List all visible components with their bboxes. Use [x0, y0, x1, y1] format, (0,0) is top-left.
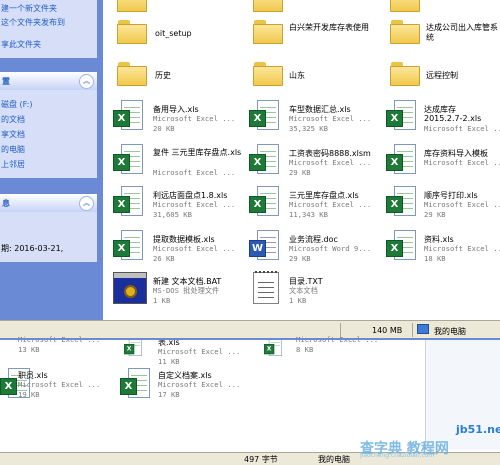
other-places-header[interactable]: 置 ︽: [0, 72, 97, 90]
file-size: 8 KB: [296, 345, 314, 354]
watermark-site: jb51.net: [456, 423, 500, 436]
file-kind: Microsoft Excel ...: [153, 200, 236, 209]
file-name: oit_setup: [155, 29, 192, 38]
excel-file-icon: X: [264, 338, 283, 358]
batch-file-icon: [113, 272, 147, 304]
collapse-chevron-icon[interactable]: ︽: [79, 196, 94, 211]
task-pane: 建一个新文件夹 这个文件夹发布到 享此文件夹 置 ︽ 磁盘 (F:) 的文档 享…: [0, 0, 103, 320]
excel-file-icon: X: [113, 100, 145, 134]
file-size: 31,605 KB: [153, 210, 192, 219]
file-size: 11,343 KB: [289, 210, 328, 219]
folder-icon: [390, 0, 420, 12]
file-name: 山东: [289, 71, 305, 80]
status-size: 140 MB: [372, 326, 403, 335]
second-status-size: 497 字节: [244, 455, 278, 464]
file-size: 1 KB: [289, 296, 307, 305]
file-kind: Microsoft Excel ...: [289, 114, 372, 123]
place-drive-f[interactable]: 磁盘 (F:): [1, 99, 32, 110]
file-kind: Microsoft Excel ...: [18, 380, 101, 389]
second-status-location: 我的电脑: [318, 455, 350, 464]
file-size: 29 KB: [289, 168, 311, 177]
excel-file-icon: X: [124, 338, 143, 358]
file-kind: Microsoft Excel ...: [153, 114, 236, 123]
folder-icon: [253, 0, 283, 12]
file-list: oit_setup 白兴荣开发库存表使用 达成公司出入库管系统 历史 山东 远程…: [103, 0, 500, 320]
file-kind: Microsoft Excel ...: [153, 244, 236, 253]
file-kind: Microsoft Excel ...: [158, 380, 241, 389]
task-share-folder[interactable]: 享此文件夹: [1, 39, 41, 50]
file-name-line2: 2015.2.7-2.xls: [424, 114, 482, 123]
collapse-chevron-icon[interactable]: ︽: [79, 74, 94, 89]
file-name: 历史: [155, 71, 171, 80]
excel-file-icon: X: [113, 186, 145, 220]
folder-icon: [117, 62, 147, 86]
details-modified: 期: 2016-03-21,: [1, 244, 64, 253]
task-publish-folder[interactable]: 这个文件夹发布到: [1, 17, 65, 28]
file-kind: Microsoft Excel ...: [424, 200, 500, 209]
file-size: 26 KB: [153, 254, 175, 263]
excel-file-icon: X: [249, 100, 281, 134]
excel-file-icon: X: [120, 368, 152, 402]
file-kind: 文本文档: [289, 286, 318, 295]
details-title: 息: [2, 199, 10, 208]
folder-icon: [390, 62, 420, 86]
file-size: 29 KB: [289, 254, 311, 263]
file-tasks-panel: 建一个新文件夹 这个文件夹发布到 享此文件夹: [0, 0, 97, 58]
file-size: 13 KB: [18, 345, 40, 354]
file-name: 达成公司出入库管系统: [426, 23, 498, 42]
file-size: 18 KB: [424, 254, 446, 263]
file-kind: Microsoft Excel ...: [158, 347, 241, 356]
folder-icon: [253, 62, 283, 86]
status-cell-location: 我的电脑: [414, 323, 500, 337]
text-file-icon: [253, 271, 279, 304]
file-kind: Microsoft Excel ...: [424, 158, 500, 167]
status-location: 我的电脑: [434, 327, 466, 336]
file-kind: Microsoft Excel ...: [153, 168, 236, 177]
my-computer-icon: [417, 324, 429, 334]
excel-file-icon: X: [113, 230, 145, 264]
file-kind: MS-DOS 批处理文件: [153, 286, 220, 295]
excel-file-icon: X: [113, 144, 145, 178]
file-kind: Microsoft Word 9...: [289, 244, 372, 253]
file-size: 11 KB: [158, 357, 180, 366]
file-name: 复件 三元里库存盘点.xls: [153, 148, 242, 157]
place-shared-documents[interactable]: 享文档: [1, 129, 25, 140]
file-size: 19 KB: [18, 390, 40, 399]
file-kind: Microsoft Excel ...: [289, 200, 372, 209]
task-new-folder[interactable]: 建一个新文件夹: [1, 3, 57, 14]
file-name: 远程控制: [426, 71, 458, 80]
file-kind: Microsoft Excel ...: [289, 158, 372, 167]
watermark-url: jiaocheng.chazidian.com: [360, 452, 435, 459]
folder-icon: [253, 20, 283, 44]
place-my-documents[interactable]: 的文档: [1, 114, 25, 125]
file-size: 35,325 KB: [289, 124, 328, 133]
excel-file-icon: X: [386, 144, 418, 178]
excel-file-icon: X: [249, 144, 281, 178]
place-my-computer[interactable]: 的电脑: [1, 144, 25, 155]
file-size: 1 KB: [153, 296, 171, 305]
file-size: 20 KB: [153, 124, 175, 133]
other-places-panel: 磁盘 (F:) 的文档 享文档 的电脑 上邻居: [0, 90, 97, 178]
excel-file-icon: X: [386, 100, 418, 134]
excel-file-icon: X: [249, 186, 281, 220]
file-size: 17 KB: [158, 390, 180, 399]
folder-icon: [117, 20, 147, 44]
file-name: 白兴荣开发库存表使用: [289, 23, 369, 32]
details-panel: 期: 2016-03-21,: [0, 212, 97, 262]
folder-icon: [390, 20, 420, 44]
excel-file-icon: X: [386, 186, 418, 220]
file-size: 29 KB: [424, 210, 446, 219]
excel-file-icon: X: [386, 230, 418, 264]
file-kind: Microsoft Excel ...: [424, 244, 500, 253]
other-places-title: 置: [2, 77, 10, 86]
folder-icon: [117, 0, 147, 12]
word-file-icon: W: [249, 230, 281, 264]
file-kind: Microsoft Excel ...: [424, 124, 500, 133]
details-header[interactable]: 息 ︽: [0, 194, 97, 212]
place-network[interactable]: 上邻居: [1, 159, 25, 170]
